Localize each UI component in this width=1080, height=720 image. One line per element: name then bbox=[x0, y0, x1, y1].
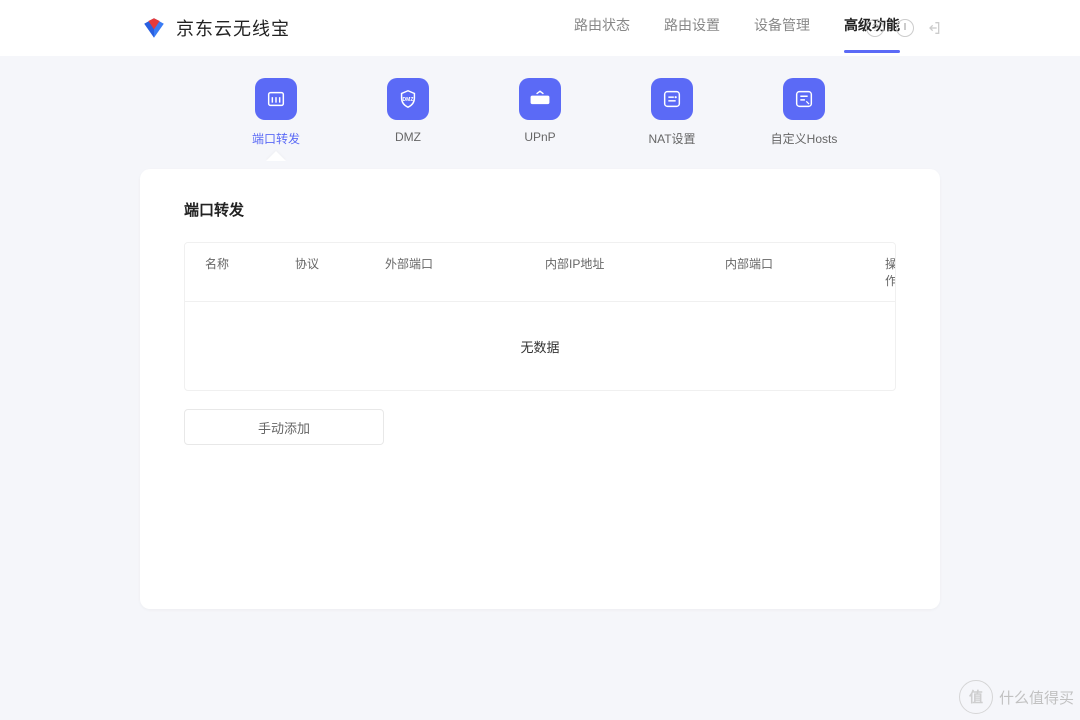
col-protocol: 协议 bbox=[295, 255, 385, 289]
empty-text: 无数据 bbox=[520, 337, 559, 356]
add-button-label: 手动添加 bbox=[258, 418, 310, 437]
power-icon[interactable] bbox=[896, 19, 914, 37]
nav-device-mgmt[interactable]: 设备管理 bbox=[754, 15, 810, 41]
table-header-row: 名称 协议 外部端口 内部IP地址 内部端口 操作 bbox=[185, 243, 895, 302]
tab-label: UPnP bbox=[524, 130, 555, 144]
nat-icon bbox=[651, 78, 693, 120]
col-ext-port: 外部端口 bbox=[385, 255, 545, 289]
content-card: 端口转发 名称 协议 外部端口 内部IP地址 内部端口 操作 无数据 手动添加 bbox=[140, 169, 940, 609]
tab-upnp[interactable]: UPnP UPnP bbox=[480, 78, 600, 147]
port-forward-table: 名称 协议 外部端口 内部IP地址 内部端口 操作 无数据 bbox=[184, 242, 896, 391]
logout-icon[interactable] bbox=[926, 19, 942, 37]
brand-block: 京东云无线宝 bbox=[140, 14, 290, 42]
col-action: 操作 bbox=[885, 255, 896, 289]
add-manual-button[interactable]: 手动添加 bbox=[184, 409, 384, 445]
dmz-shield-icon: DMZ bbox=[387, 78, 429, 120]
tab-label: 端口转发 bbox=[252, 130, 300, 147]
site-watermark: 值 什么值得买 bbox=[959, 680, 1074, 714]
col-int-ip: 内部IP地址 bbox=[545, 255, 725, 289]
brand-logo-icon bbox=[140, 14, 168, 42]
page-body: 端口转发 DMZ DMZ UPnP UPnP bbox=[0, 56, 1080, 609]
svg-text:DMZ: DMZ bbox=[403, 97, 414, 103]
svg-text:UPnP: UPnP bbox=[532, 98, 548, 104]
brand-title: 京东云无线宝 bbox=[176, 15, 290, 41]
top-nav: 路由状态 路由设置 设备管理 高级功能 bbox=[574, 15, 900, 41]
tab-label: NAT设置 bbox=[648, 130, 695, 147]
tab-hosts[interactable]: 自定义Hosts bbox=[744, 78, 864, 147]
hosts-icon bbox=[783, 78, 825, 120]
port-forward-icon bbox=[255, 78, 297, 120]
tab-label: DMZ bbox=[395, 130, 421, 144]
tab-label: 自定义Hosts bbox=[771, 130, 838, 147]
table-empty-state: 无数据 bbox=[185, 302, 895, 390]
watermark-text: 什么值得买 bbox=[999, 687, 1074, 708]
tab-port-forward[interactable]: 端口转发 bbox=[216, 78, 336, 147]
nav-router-status[interactable]: 路由状态 bbox=[574, 15, 630, 41]
nav-router-settings[interactable]: 路由设置 bbox=[664, 15, 720, 41]
app-header: 京东云无线宝 路由状态 路由设置 设备管理 高级功能 ? bbox=[0, 0, 1080, 56]
tab-nat[interactable]: NAT设置 bbox=[612, 78, 732, 147]
header-utility-icons: ? bbox=[866, 19, 942, 37]
upnp-icon: UPnP bbox=[519, 78, 561, 120]
watermark-badge-icon: 值 bbox=[959, 680, 993, 714]
panel-title: 端口转发 bbox=[184, 199, 896, 220]
col-name: 名称 bbox=[205, 255, 295, 289]
col-int-port: 内部端口 bbox=[725, 255, 885, 289]
feature-tab-row: 端口转发 DMZ DMZ UPnP UPnP bbox=[140, 78, 940, 169]
tab-dmz[interactable]: DMZ DMZ bbox=[348, 78, 468, 147]
help-icon[interactable]: ? bbox=[866, 19, 884, 37]
